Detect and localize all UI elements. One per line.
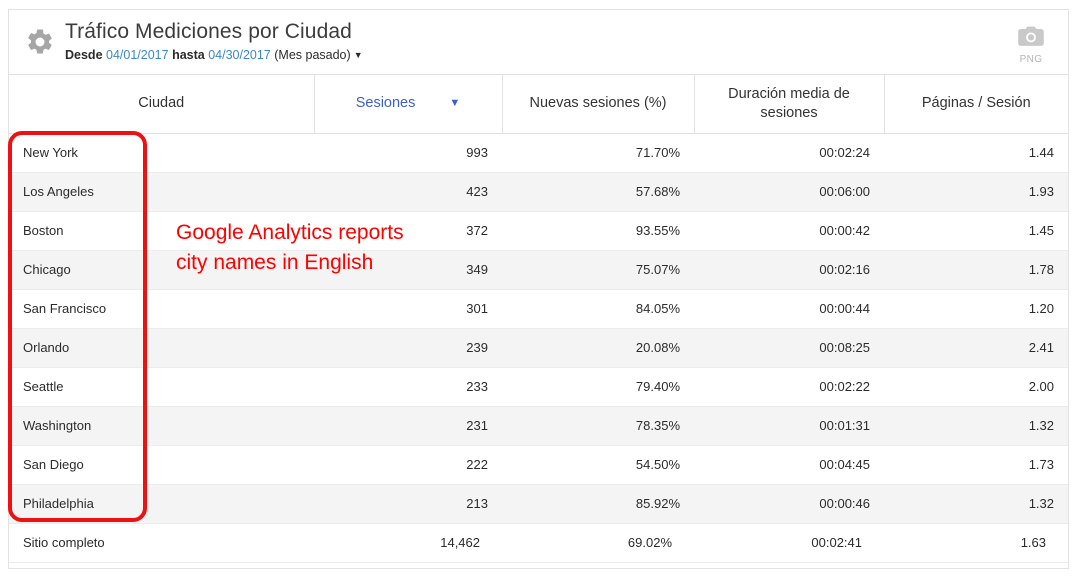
column-header-new-sessions[interactable]: Nuevas sesiones (%) — [502, 75, 694, 133]
column-header-avg-duration[interactable]: Duración media de sesiones — [694, 75, 884, 133]
cell-pages-per-session: 1.73 — [884, 445, 1068, 484]
date-range[interactable]: Desde 04/01/2017 hasta 04/30/2017 (Mes p… — [65, 46, 363, 64]
column-header-city[interactable]: Ciudad — [9, 75, 314, 133]
cell-avg-duration: 00:00:44 — [694, 289, 884, 328]
date-to-link[interactable]: 04/30/2017 — [208, 48, 271, 62]
cell-new-sessions: 54.50% — [502, 445, 694, 484]
totals-avg-duration: 00:02:41 — [694, 523, 884, 562]
report-card: Tráfico Mediciones por Ciudad Desde 04/0… — [8, 9, 1069, 569]
cell-sessions: 231 — [314, 406, 502, 445]
cell-new-sessions: 75.07% — [502, 250, 694, 289]
table-row[interactable]: San Diego 222 54.50% 00:04:45 1.73 — [9, 445, 1068, 484]
table-row[interactable]: Seattle 233 79.40% 00:02:22 2.00 — [9, 367, 1068, 406]
chevron-down-icon[interactable]: ▼ — [354, 46, 363, 64]
date-middle-label: hasta — [172, 48, 205, 62]
cell-city[interactable]: San Diego — [9, 445, 314, 484]
totals-sessions: 14,462 — [314, 523, 502, 562]
table-row[interactable]: San Francisco 301 84.05% 00:00:44 1.20 — [9, 289, 1068, 328]
cell-sessions: 349 — [314, 250, 502, 289]
cell-city[interactable]: New York — [9, 133, 314, 172]
table-totals-row: Sitio completo 14,462 69.02% 00:02:41 1.… — [9, 523, 1068, 562]
cell-avg-duration: 00:02:16 — [694, 250, 884, 289]
cell-avg-duration: 00:02:22 — [694, 367, 884, 406]
cell-new-sessions: 57.68% — [502, 172, 694, 211]
cell-pages-per-session: 1.45 — [884, 211, 1068, 250]
cell-city[interactable]: Los Angeles — [9, 172, 314, 211]
sort-descending-icon[interactable]: ▼ — [449, 98, 460, 109]
cell-pages-per-session: 1.93 — [884, 172, 1068, 211]
cell-pages-per-session: 1.44 — [884, 133, 1068, 172]
table-row[interactable]: Orlando 239 20.08% 00:08:25 2.41 — [9, 328, 1068, 367]
gear-icon[interactable] — [25, 27, 55, 57]
cell-avg-duration: 00:06:00 — [694, 172, 884, 211]
column-header-sessions[interactable]: Sesiones ▼ — [314, 75, 502, 133]
date-from-link[interactable]: 04/01/2017 — [106, 48, 169, 62]
table-row[interactable]: Chicago 349 75.07% 00:02:16 1.78 — [9, 250, 1068, 289]
cell-new-sessions: 20.08% — [502, 328, 694, 367]
report-header: Tráfico Mediciones por Ciudad Desde 04/0… — [9, 10, 1068, 75]
totals-new-sessions: 69.02% — [502, 523, 694, 562]
camera-icon — [1008, 26, 1054, 53]
cell-city[interactable]: Boston — [9, 211, 314, 250]
column-header-new-sessions-label: Nuevas sesiones (%) — [530, 95, 667, 111]
cell-avg-duration: 00:04:45 — [694, 445, 884, 484]
cell-city[interactable]: Chicago — [9, 250, 314, 289]
cell-city[interactable]: Seattle — [9, 367, 314, 406]
table-row[interactable]: Boston 372 93.55% 00:00:42 1.45 — [9, 211, 1068, 250]
cell-avg-duration: 00:00:46 — [694, 484, 884, 523]
cell-sessions: 222 — [314, 445, 502, 484]
cell-sessions: 213 — [314, 484, 502, 523]
header-text-block: Tráfico Mediciones por Ciudad Desde 04/0… — [65, 18, 363, 64]
cell-sessions: 423 — [314, 172, 502, 211]
cell-new-sessions: 79.40% — [502, 367, 694, 406]
cell-new-sessions: 78.35% — [502, 406, 694, 445]
cell-avg-duration: 00:00:42 — [694, 211, 884, 250]
column-header-avg-duration-label: Duración media de sesiones — [728, 86, 850, 121]
cell-city[interactable]: Washington — [9, 406, 314, 445]
column-header-pages-per-session-label: Páginas / Sesión — [922, 95, 1031, 111]
totals-pages-per-session: 1.63 — [884, 523, 1068, 562]
cell-sessions: 993 — [314, 133, 502, 172]
column-header-city-label: Ciudad — [138, 95, 184, 111]
cell-sessions: 233 — [314, 367, 502, 406]
cell-avg-duration: 00:01:31 — [694, 406, 884, 445]
cell-new-sessions: 71.70% — [502, 133, 694, 172]
export-format-label: PNG — [1008, 54, 1054, 65]
cell-sessions: 372 — [314, 211, 502, 250]
totals-label: Sitio completo — [9, 523, 314, 562]
table-row[interactable]: Washington 231 78.35% 00:01:31 1.32 — [9, 406, 1068, 445]
export-png-button[interactable]: PNG — [1008, 26, 1054, 65]
cell-city[interactable]: Orlando — [9, 328, 314, 367]
cell-avg-duration: 00:02:24 — [694, 133, 884, 172]
column-header-pages-per-session[interactable]: Páginas / Sesión — [884, 75, 1068, 133]
cell-pages-per-session: 1.78 — [884, 250, 1068, 289]
table-row[interactable]: New York 993 71.70% 00:02:24 1.44 — [9, 133, 1068, 172]
cell-new-sessions: 84.05% — [502, 289, 694, 328]
table-row[interactable]: Philadelphia 213 85.92% 00:00:46 1.32 — [9, 484, 1068, 523]
cell-avg-duration: 00:08:25 — [694, 328, 884, 367]
cell-city[interactable]: Philadelphia — [9, 484, 314, 523]
cell-sessions: 239 — [314, 328, 502, 367]
cell-new-sessions: 93.55% — [502, 211, 694, 250]
cell-city[interactable]: San Francisco — [9, 289, 314, 328]
cell-pages-per-session: 1.32 — [884, 406, 1068, 445]
table-row[interactable]: Los Angeles 423 57.68% 00:06:00 1.93 — [9, 172, 1068, 211]
page-title: Tráfico Mediciones por Ciudad — [65, 18, 363, 45]
column-header-sessions-label: Sesiones — [356, 94, 416, 113]
table-body: New York 993 71.70% 00:02:24 1.44 Los An… — [9, 133, 1068, 562]
cell-sessions: 301 — [314, 289, 502, 328]
cell-pages-per-session: 2.41 — [884, 328, 1068, 367]
date-prefix-label: Desde — [65, 48, 103, 62]
cell-pages-per-session: 2.00 — [884, 367, 1068, 406]
cell-new-sessions: 85.92% — [502, 484, 694, 523]
date-preset-label: (Mes pasado) — [274, 48, 350, 62]
cell-pages-per-session: 1.32 — [884, 484, 1068, 523]
cell-pages-per-session: 1.20 — [884, 289, 1068, 328]
report-screenshot: Tráfico Mediciones por Ciudad Desde 04/0… — [0, 0, 1079, 581]
table-header-row: Ciudad Sesiones ▼ Nuevas sesiones (%) Du… — [9, 75, 1068, 133]
traffic-by-city-table: Ciudad Sesiones ▼ Nuevas sesiones (%) Du… — [9, 75, 1068, 563]
